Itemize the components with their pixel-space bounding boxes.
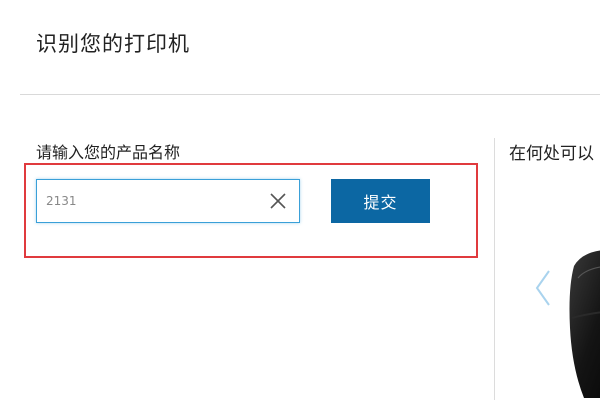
chevron-left-icon[interactable] (533, 268, 553, 308)
product-name-input[interactable] (36, 179, 300, 223)
page: 识别您的打印机 请输入您的产品名称 提交 在何处可以 (0, 0, 600, 400)
side-panel-title: 在何处可以 (509, 144, 594, 164)
close-icon[interactable] (268, 191, 288, 211)
product-name-label: 请输入您的产品名称 (36, 143, 181, 162)
page-title: 识别您的打印机 (36, 32, 190, 56)
header-divider (20, 94, 600, 95)
submit-button[interactable]: 提交 (331, 179, 430, 223)
panel-divider (494, 138, 495, 400)
printer-image (569, 250, 600, 398)
